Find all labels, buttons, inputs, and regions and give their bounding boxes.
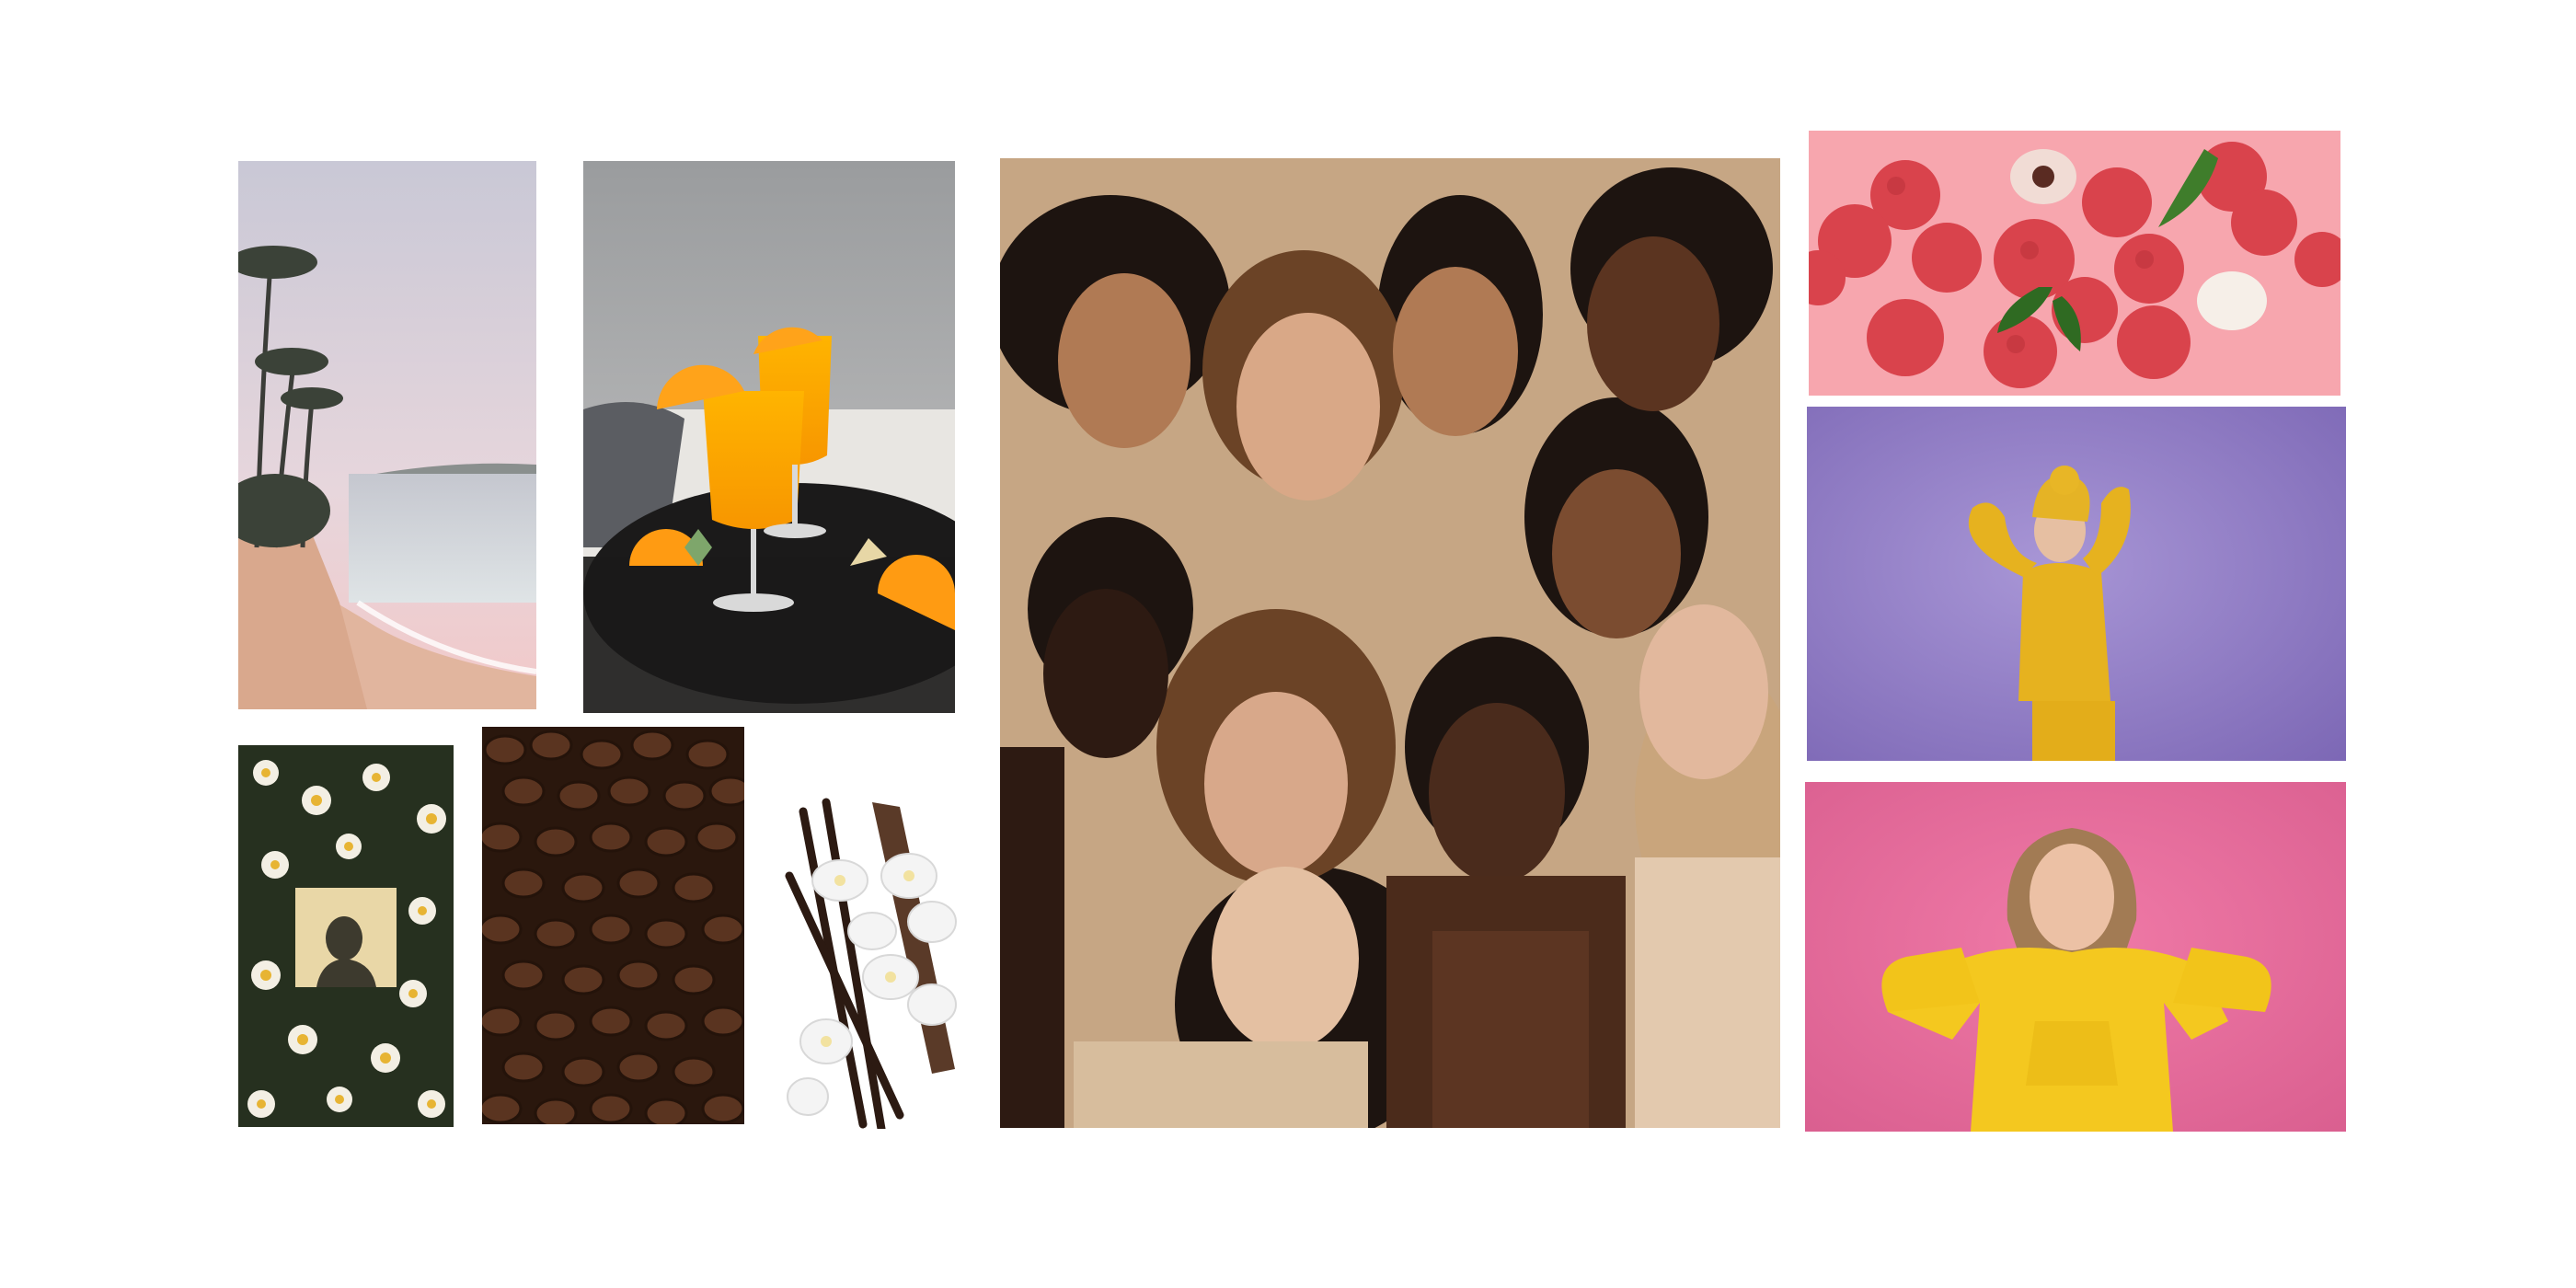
woman-yellow-beanie-photo [1807, 407, 2346, 761]
vanilla-orchid-photo [771, 793, 984, 1129]
daisy-flowers-photo [238, 745, 454, 1127]
lychee-fruit-photo [1809, 131, 2340, 396]
orange-cocktails-photo [583, 161, 955, 713]
coffee-beans-photo [482, 727, 744, 1124]
beach-photo [238, 161, 536, 709]
woman-yellow-hoodie-photo [1805, 782, 2346, 1132]
group-portrait-photo [1000, 158, 1780, 1128]
